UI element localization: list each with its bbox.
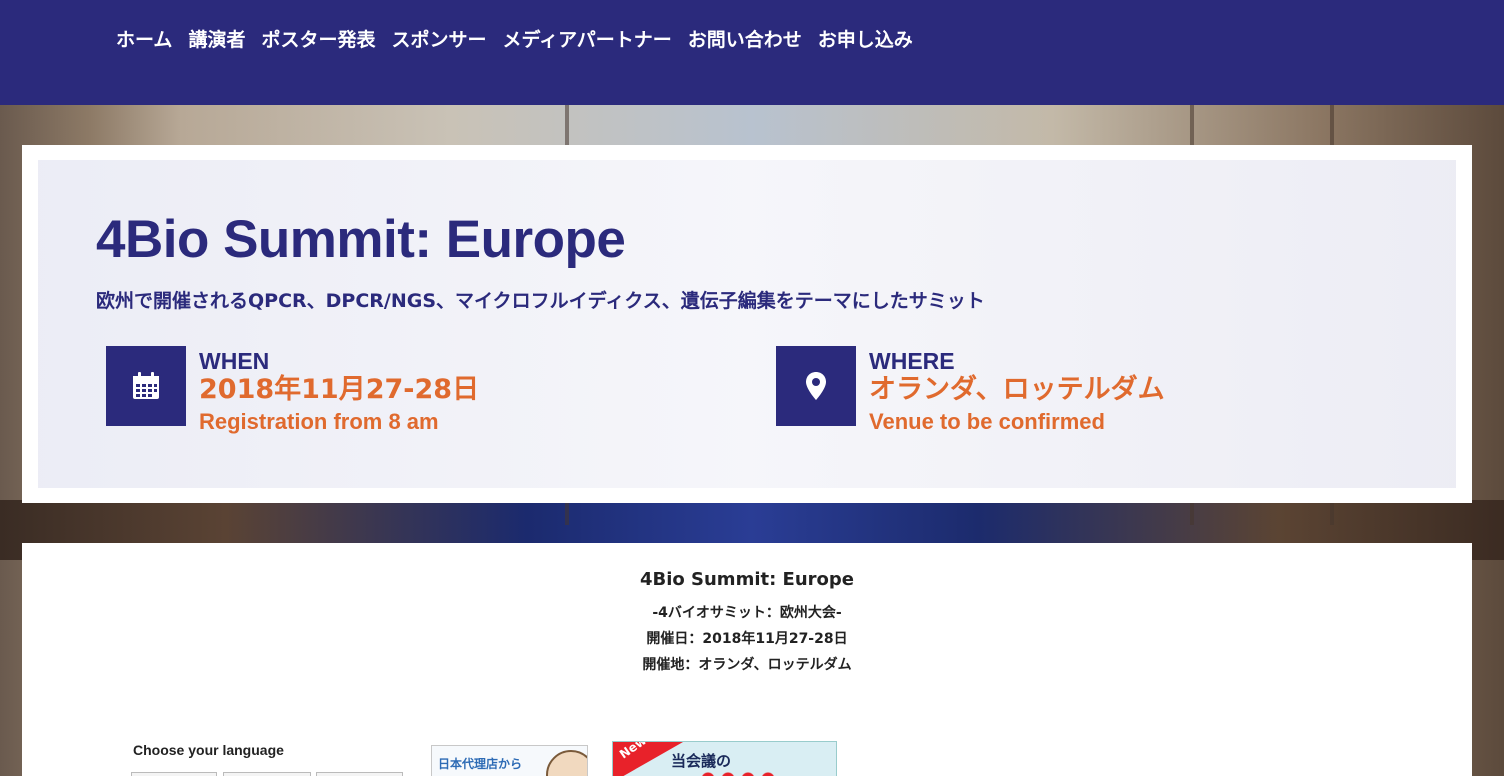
new-banner-text: 当会議の — [671, 752, 732, 770]
location-pin-icon — [776, 346, 856, 426]
nav-item-media-partners[interactable]: メディアパートナー — [502, 26, 671, 54]
details-location: 開催地：オランダ、ロッテルダム — [642, 657, 852, 673]
nav-item-contact[interactable]: お問い合わせ — [688, 26, 802, 54]
banner-decoration-icon — [701, 772, 781, 776]
language-option[interactable] — [316, 772, 403, 776]
language-option[interactable] — [223, 772, 311, 776]
event-details-panel: 4Bio Summit: Europe -4バイオサミット：欧州大会- 開催日：… — [22, 543, 1472, 776]
venue-status: Venue to be confirmed — [869, 409, 1105, 434]
top-navigation: ホーム 講演者 ポスター発表 スポンサー メディアパートナー お問い合わせ お申… — [0, 0, 1504, 105]
japan-agent-banner[interactable]: 日本代理店から — [431, 745, 588, 776]
registration-time: Registration from 8 am — [199, 409, 439, 434]
where-block: WHERE オランダ、ロッテルダム Venue to be confirmed — [776, 346, 1336, 434]
nav-item-speakers[interactable]: 講演者 — [188, 26, 245, 54]
event-location: オランダ、ロッテルダム — [869, 374, 1165, 405]
when-block: WHEN 2018年11月27-28日 Registration from 8 … — [106, 346, 666, 434]
event-title: 4Bio Summit: Europe — [96, 210, 626, 269]
event-info-card: 4Bio Summit: Europe 欧州で開催されるQPCR、DPCR/NG… — [22, 145, 1472, 503]
event-date: 2018年11月27-28日 — [199, 374, 480, 405]
details-title: 4Bio Summit: Europe — [639, 569, 855, 590]
agent-illustration-icon — [546, 750, 587, 776]
nav-item-register[interactable]: お申し込み — [818, 26, 913, 54]
event-info-panel: 4Bio Summit: Europe 欧州で開催されるQPCR、DPCR/NG… — [38, 160, 1456, 488]
nav-item-sponsors[interactable]: スポンサー — [391, 26, 486, 54]
language-selector-label: Choose your language — [133, 742, 284, 758]
nav-item-home[interactable]: ホーム — [116, 26, 172, 54]
language-option[interactable] — [131, 772, 217, 776]
calendar-icon — [106, 346, 186, 426]
details-japanese-name: -4バイオサミット：欧州大会- — [652, 605, 842, 621]
details-date: 開催日：2018年11月27-28日 — [646, 631, 848, 647]
nav-menu: ホーム 講演者 ポスター発表 スポンサー メディアパートナー お問い合わせ お申… — [116, 26, 913, 54]
new-info-banner[interactable]: New! 当会議の — [612, 741, 837, 776]
agent-banner-text: 日本代理店から — [438, 757, 523, 771]
event-subtitle: 欧州で開催されるQPCR、DPCR/NGS、マイクロフルイディクス、遺伝子編集を… — [96, 290, 985, 312]
nav-item-posters[interactable]: ポスター発表 — [261, 26, 375, 54]
